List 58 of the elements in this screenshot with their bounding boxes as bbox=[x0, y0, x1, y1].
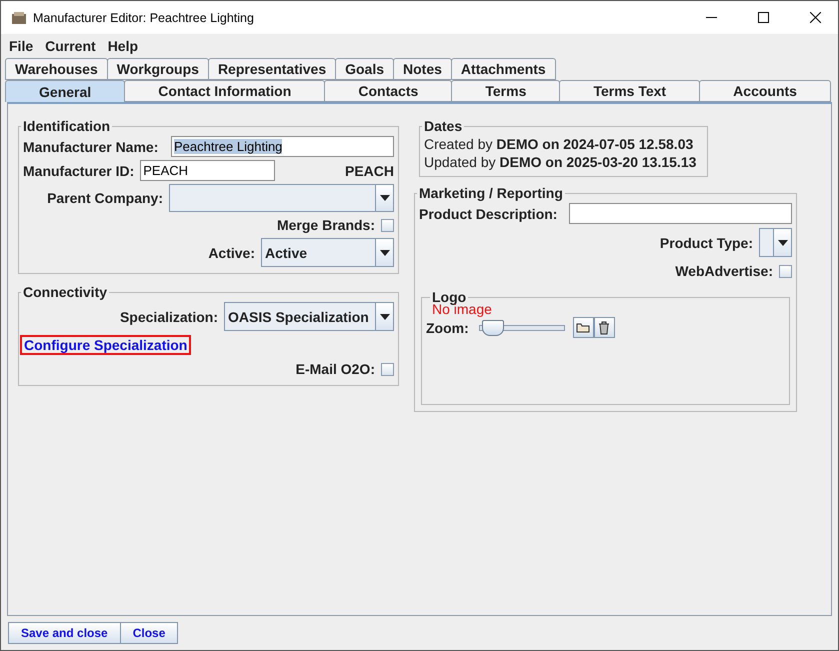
field-label: Active: bbox=[208, 244, 255, 260]
field-label: Product Type: bbox=[660, 234, 753, 250]
configure-link[interactable]: Configure Specialization bbox=[20, 335, 192, 355]
field-label: Manufacturer Name: bbox=[23, 138, 158, 154]
group-title: Identification bbox=[22, 118, 112, 134]
trash-icon[interactable] bbox=[594, 317, 615, 338]
menu-item[interactable]: Current bbox=[45, 38, 96, 54]
tab[interactable]: Notes bbox=[393, 58, 452, 80]
checkbox[interactable] bbox=[381, 218, 394, 232]
tab[interactable]: Goals bbox=[335, 58, 394, 80]
maximize-icon[interactable] bbox=[758, 12, 768, 23]
window-title: Manufacturer Editor: Peachtree Lighting bbox=[33, 10, 255, 24]
tab[interactable]: Terms Text bbox=[559, 80, 700, 102]
caret-icon bbox=[380, 314, 390, 320]
tab[interactable]: General bbox=[5, 80, 126, 102]
tab[interactable]: Accounts bbox=[699, 80, 832, 102]
input-field[interactable] bbox=[569, 203, 792, 224]
field-label: Zoom: bbox=[426, 320, 469, 336]
menu-item[interactable]: Help bbox=[108, 38, 138, 54]
caret-icon bbox=[380, 195, 390, 201]
tab[interactable]: Warehouses bbox=[5, 58, 108, 80]
tab[interactable]: Representatives bbox=[208, 58, 336, 80]
checkbox[interactable] bbox=[381, 362, 394, 376]
menu-item[interactable]: File bbox=[9, 38, 34, 54]
caret-icon bbox=[380, 250, 390, 256]
input-field[interactable]: Peachtree Lighting bbox=[171, 136, 394, 157]
field-label: Merge Brands: bbox=[276, 217, 375, 233]
field-label: Specialization: bbox=[120, 308, 218, 324]
field-label: E-Mail O2O: bbox=[296, 361, 375, 377]
group-title: Dates bbox=[423, 118, 464, 134]
dropdown[interactable]: Active bbox=[261, 238, 394, 267]
close-button[interactable]: Close bbox=[120, 622, 178, 644]
folder-icon[interactable] bbox=[572, 317, 594, 338]
field-label: Parent Company: bbox=[47, 190, 163, 206]
tab[interactable]: Contacts bbox=[324, 80, 452, 102]
date-line: Created by DEMO on 2024-07-05 12.58.03 bbox=[424, 136, 694, 152]
caret-icon bbox=[778, 240, 788, 246]
tab[interactable]: Contact Information bbox=[124, 80, 326, 102]
date-line: Updated by DEMO on 2025-03-20 13.15.13 bbox=[424, 154, 698, 170]
group-title: Marketing / Reporting bbox=[418, 185, 564, 201]
minimize-icon[interactable] bbox=[706, 16, 716, 18]
input-field[interactable]: PEACH bbox=[140, 160, 276, 181]
tab[interactable]: Workgroups bbox=[106, 58, 209, 80]
tab[interactable]: Terms bbox=[451, 80, 560, 102]
dropdown[interactable]: OASIS Specialization bbox=[224, 302, 394, 331]
dropdown[interactable] bbox=[759, 228, 792, 257]
tab[interactable]: Attachments bbox=[450, 58, 556, 80]
field-label: WebAdvertise: bbox=[675, 263, 773, 279]
checkbox[interactable] bbox=[779, 264, 792, 278]
field-label: Product Description: bbox=[419, 206, 558, 222]
id-code: PEACH bbox=[344, 162, 394, 178]
app-icon bbox=[11, 10, 27, 24]
close-icon[interactable] bbox=[810, 12, 820, 23]
zoom-slider[interactable] bbox=[478, 320, 565, 336]
save-and-close-button[interactable]: Save and close bbox=[8, 622, 121, 644]
field-label: Manufacturer ID: bbox=[23, 162, 134, 178]
group-title: Connectivity bbox=[22, 284, 108, 300]
slider-thumb[interactable] bbox=[482, 320, 504, 336]
